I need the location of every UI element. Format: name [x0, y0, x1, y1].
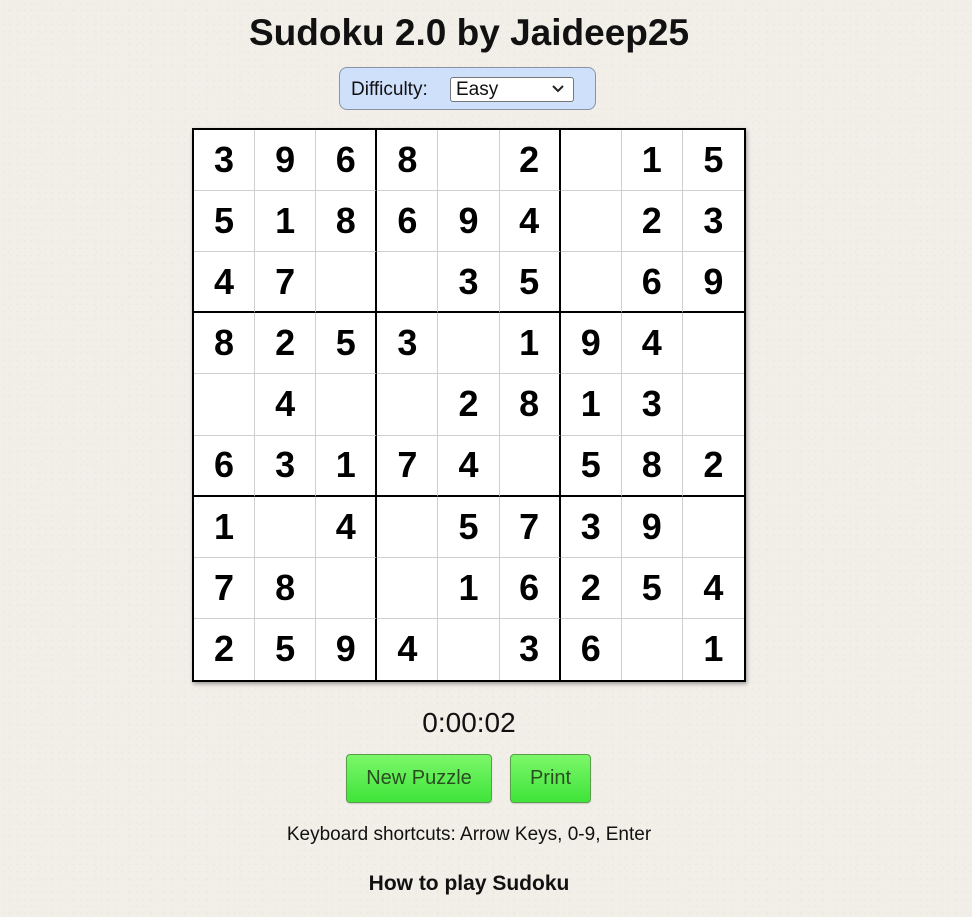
sudoku-cell[interactable]: [438, 313, 500, 375]
sudoku-cell[interactable]: [255, 496, 317, 558]
difficulty-selected-value: Easy: [456, 79, 499, 100]
sudoku-cell[interactable]: 9: [316, 618, 378, 680]
sudoku-cell[interactable]: 7: [194, 557, 256, 619]
sudoku-cell[interactable]: 4: [682, 558, 744, 619]
sudoku-cell[interactable]: 7: [499, 496, 561, 558]
sudoku-cell[interactable]: 1: [560, 374, 622, 436]
sudoku-cell[interactable]: 5: [621, 557, 683, 619]
sudoku-cell[interactable]: 2: [682, 436, 744, 497]
sudoku-cell[interactable]: 2: [194, 618, 256, 680]
difficulty-select[interactable]: Easy: [450, 77, 574, 102]
sudoku-cell[interactable]: 6: [377, 191, 439, 253]
sudoku-cell[interactable]: [377, 252, 439, 314]
sudoku-cell[interactable]: 9: [438, 191, 500, 253]
sudoku-cell[interactable]: [560, 252, 622, 314]
timer: 0:00:02: [422, 707, 516, 738]
sudoku-cell[interactable]: 1: [499, 313, 561, 375]
chevron-down-icon: [552, 85, 564, 93]
sudoku-cell[interactable]: 4: [499, 191, 561, 253]
sudoku-cell[interactable]: 3: [255, 435, 317, 497]
sudoku-cell[interactable]: 5: [316, 313, 378, 375]
sudoku-cell[interactable]: 7: [255, 252, 317, 314]
sudoku-cell[interactable]: 1: [255, 191, 317, 253]
sudoku-cell[interactable]: 2: [499, 130, 561, 192]
sudoku-cell[interactable]: 6: [316, 130, 378, 192]
sudoku-cell[interactable]: 3: [377, 313, 439, 375]
sudoku-cell[interactable]: [499, 435, 561, 497]
sudoku-cell[interactable]: 5: [560, 435, 622, 497]
sudoku-cell[interactable]: 3: [194, 130, 256, 192]
sudoku-cell[interactable]: [438, 130, 500, 192]
sudoku-cell[interactable]: 8: [316, 191, 378, 253]
new-puzzle-button[interactable]: New Puzzle: [346, 754, 492, 803]
sudoku-cell[interactable]: 9: [682, 252, 744, 314]
sudoku-cell[interactable]: 4: [194, 252, 256, 314]
sudoku-cell[interactable]: [316, 252, 378, 314]
sudoku-cell[interactable]: 1: [438, 557, 500, 619]
sudoku-cell[interactable]: 8: [255, 557, 317, 619]
sudoku-cell[interactable]: 4: [316, 496, 378, 558]
sudoku-cell[interactable]: 3: [500, 618, 561, 680]
sudoku-cell[interactable]: 8: [499, 374, 561, 436]
difficulty-label: Difficulty:: [351, 79, 428, 100]
sudoku-cell[interactable]: 5: [499, 252, 561, 314]
sudoku-cell[interactable]: 4: [377, 618, 439, 680]
print-button[interactable]: Print: [510, 754, 591, 803]
sudoku-cell[interactable]: 6: [561, 618, 622, 680]
sudoku-cell[interactable]: 5: [194, 191, 256, 253]
sudoku-cell[interactable]: 3: [682, 191, 744, 253]
sudoku-cell[interactable]: 4: [438, 435, 500, 497]
sudoku-cell[interactable]: 8: [621, 435, 683, 497]
difficulty-panel: Difficulty: Easy: [339, 67, 596, 110]
sudoku-cell[interactable]: [377, 557, 439, 619]
how-to-play-heading: How to play Sudoku: [368, 872, 570, 895]
sudoku-cell[interactable]: 1: [316, 435, 378, 497]
sudoku-cell[interactable]: [560, 191, 622, 253]
sudoku-cell[interactable]: [682, 313, 744, 375]
sudoku-cell[interactable]: 6: [194, 435, 256, 497]
sudoku-cell[interactable]: 6: [621, 252, 683, 314]
sudoku-cell[interactable]: 2: [438, 374, 500, 436]
sudoku-cell[interactable]: [377, 374, 439, 436]
sudoku-cell[interactable]: 4: [621, 313, 683, 375]
sudoku-cell[interactable]: 8: [194, 313, 256, 375]
sudoku-cell[interactable]: 4: [255, 374, 317, 436]
sudoku-cell[interactable]: 2: [255, 313, 317, 375]
sudoku-cell[interactable]: [560, 130, 622, 192]
sudoku-cell[interactable]: 7: [377, 435, 439, 497]
sudoku-cell[interactable]: 5: [682, 130, 744, 192]
sudoku-cell[interactable]: 5: [438, 496, 500, 558]
sudoku-cell[interactable]: [377, 496, 439, 558]
sudoku-cell[interactable]: [316, 557, 378, 619]
sudoku-cell[interactable]: 6: [499, 557, 561, 619]
sudoku-cell[interactable]: [622, 618, 683, 680]
sudoku-cell[interactable]: 2: [560, 557, 622, 619]
sudoku-cell[interactable]: 9: [560, 313, 622, 375]
keyboard-shortcuts-text: Keyboard shortcuts: Arrow Keys, 0-9, Ent…: [286, 824, 652, 845]
sudoku-cell[interactable]: 8: [377, 130, 439, 192]
sudoku-cell[interactable]: 9: [621, 496, 683, 558]
sudoku-cell[interactable]: 1: [683, 619, 744, 680]
sudoku-cell[interactable]: 9: [255, 130, 317, 192]
sudoku-cell[interactable]: [316, 374, 378, 436]
sudoku-cell[interactable]: 3: [438, 252, 500, 314]
sudoku-cell[interactable]: 1: [194, 496, 256, 558]
sudoku-cell[interactable]: [682, 374, 744, 436]
sudoku-cell[interactable]: 3: [621, 374, 683, 436]
sudoku-cell[interactable]: [682, 497, 744, 558]
sudoku-board: 3968215518694234735698253194428136317458…: [192, 128, 746, 682]
sudoku-cell[interactable]: 1: [621, 130, 683, 192]
sudoku-cell[interactable]: [194, 374, 256, 436]
sudoku-cell[interactable]: 5: [255, 618, 317, 680]
sudoku-cell[interactable]: [438, 618, 500, 680]
page-title: Sudoku 2.0 by Jaideep25: [248, 12, 690, 53]
sudoku-cell[interactable]: 3: [560, 496, 622, 558]
sudoku-cell[interactable]: 2: [621, 191, 683, 253]
